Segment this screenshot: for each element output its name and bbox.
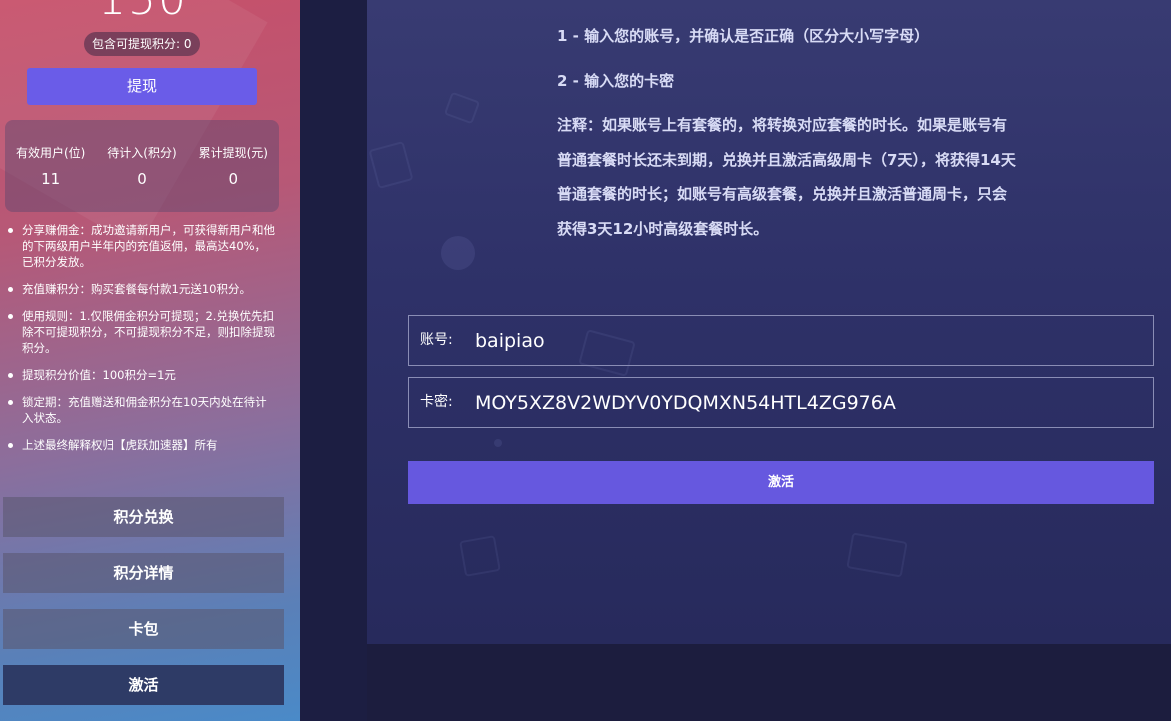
card-code-input[interactable] xyxy=(475,391,1153,414)
rule-item: 提现积分价值：100积分=1元 xyxy=(6,367,276,383)
rule-item: 上述最终解释权归【虎跃加速器】所有 xyxy=(6,437,276,453)
stat-value: 11 xyxy=(41,170,61,188)
rule-item: 使用规则：1.仅限佣金积分可提现；2.兑换优先扣除不可提现积分，不可提现积分不足… xyxy=(6,308,276,356)
activation-note: 注释：如果账号上有套餐的，将转换对应套餐的时长。如果是账号有普通套餐时长还未到期… xyxy=(557,116,1016,238)
stat-pending-points: 待计入(积分) 0 xyxy=(99,144,185,212)
nav-activate[interactable]: 激活 xyxy=(3,665,284,705)
footer-band xyxy=(367,644,1171,721)
step-2-instruction: 2 - 输入您的卡密 xyxy=(557,72,675,90)
account-input[interactable] xyxy=(475,329,1153,352)
sidebar-gap xyxy=(300,0,367,721)
stat-value: 0 xyxy=(228,170,239,188)
rules-list: 分享赚佣金：成功邀请新用户，可获得新用户和他的下两级用户半年内的充值返佣，最高达… xyxy=(6,222,276,464)
nav-points-exchange[interactable]: 积分兑换 xyxy=(3,497,284,537)
rule-item: 充值赚积分：购买套餐每付款1元送10积分。 xyxy=(6,281,276,297)
stat-valid-users: 有效用户(位) 11 xyxy=(8,144,94,212)
account-field: 账号: xyxy=(408,315,1154,366)
step-1-instruction: 1 - 输入您的账号，并确认是否正确（区分大小写字母） xyxy=(557,27,930,45)
decor-ticket-icon xyxy=(443,91,481,125)
stat-value: 0 xyxy=(137,170,147,188)
card-code-field: 卡密: xyxy=(408,377,1154,428)
stat-total-withdrawn: 累计提现(元) 0 xyxy=(190,144,276,212)
stats-panel: 有效用户(位) 11 待计入(积分) 0 累计提现(元) 0 xyxy=(5,120,279,212)
stat-label: 有效用户(位) xyxy=(15,146,86,160)
card-code-label: 卡密: xyxy=(420,393,453,410)
withdrawable-points-badge: 包含可提现积分: 0 xyxy=(84,32,200,56)
stat-label: 待计入(积分) xyxy=(107,146,177,160)
decor-ticket-icon xyxy=(368,141,414,189)
stat-label: 累计提现(元) xyxy=(198,146,268,160)
nav-card-wallet[interactable]: 卡包 xyxy=(3,609,284,649)
decor-gift-icon xyxy=(459,535,501,577)
sidebar: 150 包含可提现积分: 0 提现 有效用户(位) 11 待计入(积分) 0 累… xyxy=(0,0,300,721)
activate-button[interactable]: 激活 xyxy=(408,461,1154,504)
main-panel: 1 - 输入您的账号，并确认是否正确（区分大小写字母） 2 - 输入您的卡密 注… xyxy=(367,0,1171,644)
decor-dot xyxy=(494,439,502,447)
nav-points-details[interactable]: 积分详情 xyxy=(3,553,284,593)
withdraw-button[interactable]: 提现 xyxy=(27,68,257,105)
rule-item: 锁定期：充值赠送和佣金积分在10天内处在待计入状态。 xyxy=(6,394,276,426)
account-label: 账号: xyxy=(420,331,453,348)
decor-circle xyxy=(441,236,475,270)
points-total: 150 xyxy=(98,0,188,22)
decor-ticket-icon xyxy=(846,532,908,578)
rule-item: 分享赚佣金：成功邀请新用户，可获得新用户和他的下两级用户半年内的充值返佣，最高达… xyxy=(6,222,276,270)
